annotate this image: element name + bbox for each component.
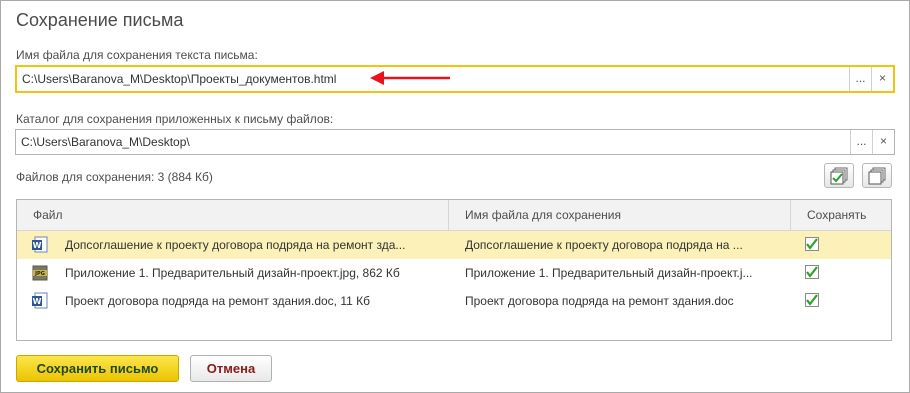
save-checkbox[interactable] xyxy=(791,292,891,310)
save-checkbox[interactable] xyxy=(791,236,891,254)
table-row[interactable]: W Проект договора подряда на ремонт здани… xyxy=(17,287,891,315)
select-directory-button[interactable]: ... xyxy=(850,130,872,154)
save-letter-dialog: Сохранение письма Имя файла для сохранен… xyxy=(0,0,910,393)
file-name-text: Допсоглашение к проекту договора подряда… xyxy=(65,238,406,252)
clear-file-button[interactable]: × xyxy=(871,67,893,91)
select-file-button[interactable]: ... xyxy=(849,67,871,91)
table-header: Файл Имя файла для сохранения Сохранять xyxy=(17,200,891,231)
column-header-file[interactable]: Файл xyxy=(17,200,449,230)
word-doc-icon: W xyxy=(31,292,49,310)
jpg-file-icon: JPG xyxy=(31,264,49,282)
directory-field[interactable]: C:\Users\Baranova_M\Desktop\ ... × xyxy=(15,129,895,155)
column-header-save[interactable]: Сохранять xyxy=(791,200,891,230)
table-row[interactable]: W Допсоглашение к проекту договора подряд… xyxy=(17,231,891,259)
cancel-button[interactable]: Отмена xyxy=(190,355,272,382)
file-cell[interactable]: W Проект договора подряда на ремонт здани… xyxy=(17,292,449,310)
file-name-field[interactable]: C:\Users\Baranova_M\Desktop\Проекты_доку… xyxy=(15,65,895,93)
save-name-cell[interactable]: Допсоглашение к проекту договора подряда… xyxy=(449,238,791,252)
check-all-button[interactable] xyxy=(824,163,854,188)
svg-text:JPG: JPG xyxy=(34,271,45,277)
file-name-label: Имя файла для сохранения текста письма: xyxy=(16,48,258,62)
column-header-save-name[interactable]: Имя файла для сохранения xyxy=(449,200,791,230)
save-name-cell[interactable]: Проект договора подряда на ремонт здания… xyxy=(449,294,791,308)
save-name-cell[interactable]: Приложение 1. Предварительный дизайн-про… xyxy=(449,266,791,280)
dialog-title: Сохранение письма xyxy=(16,10,184,30)
table-row[interactable]: JPG Приложение 1. Предварительный дизайн-… xyxy=(17,259,891,287)
file-cell[interactable]: W Допсоглашение к проекту договора подряд… xyxy=(17,236,449,254)
word-doc-icon: W xyxy=(31,236,49,254)
files-count-label: Файлов для сохранения: 3 (884 Кб) xyxy=(16,170,213,184)
save-checkbox[interactable] xyxy=(791,264,891,282)
svg-text:W: W xyxy=(33,241,42,250)
file-cell[interactable]: JPG Приложение 1. Предварительный дизайн-… xyxy=(17,264,449,282)
directory-label: Каталог для сохранения приложенных к пис… xyxy=(16,112,334,126)
file-name-text: Проект договора подряда на ремонт здания… xyxy=(65,294,370,308)
file-name-text: Приложение 1. Предварительный дизайн-про… xyxy=(65,266,400,280)
uncheck-all-button[interactable] xyxy=(862,163,892,188)
table-body: W Допсоглашение к проекту договора подряд… xyxy=(17,231,891,315)
files-table: Файл Имя файла для сохранения Сохранять … xyxy=(16,199,892,341)
svg-text:W: W xyxy=(33,297,42,306)
annotation-arrow-icon xyxy=(370,71,450,85)
save-letter-button[interactable]: Сохранить письмо xyxy=(16,355,179,382)
clear-directory-button[interactable]: × xyxy=(872,130,894,154)
uncheck-all-icon xyxy=(868,167,886,184)
check-all-icon xyxy=(830,167,848,184)
directory-input[interactable]: C:\Users\Baranova_M\Desktop\ xyxy=(16,130,850,154)
